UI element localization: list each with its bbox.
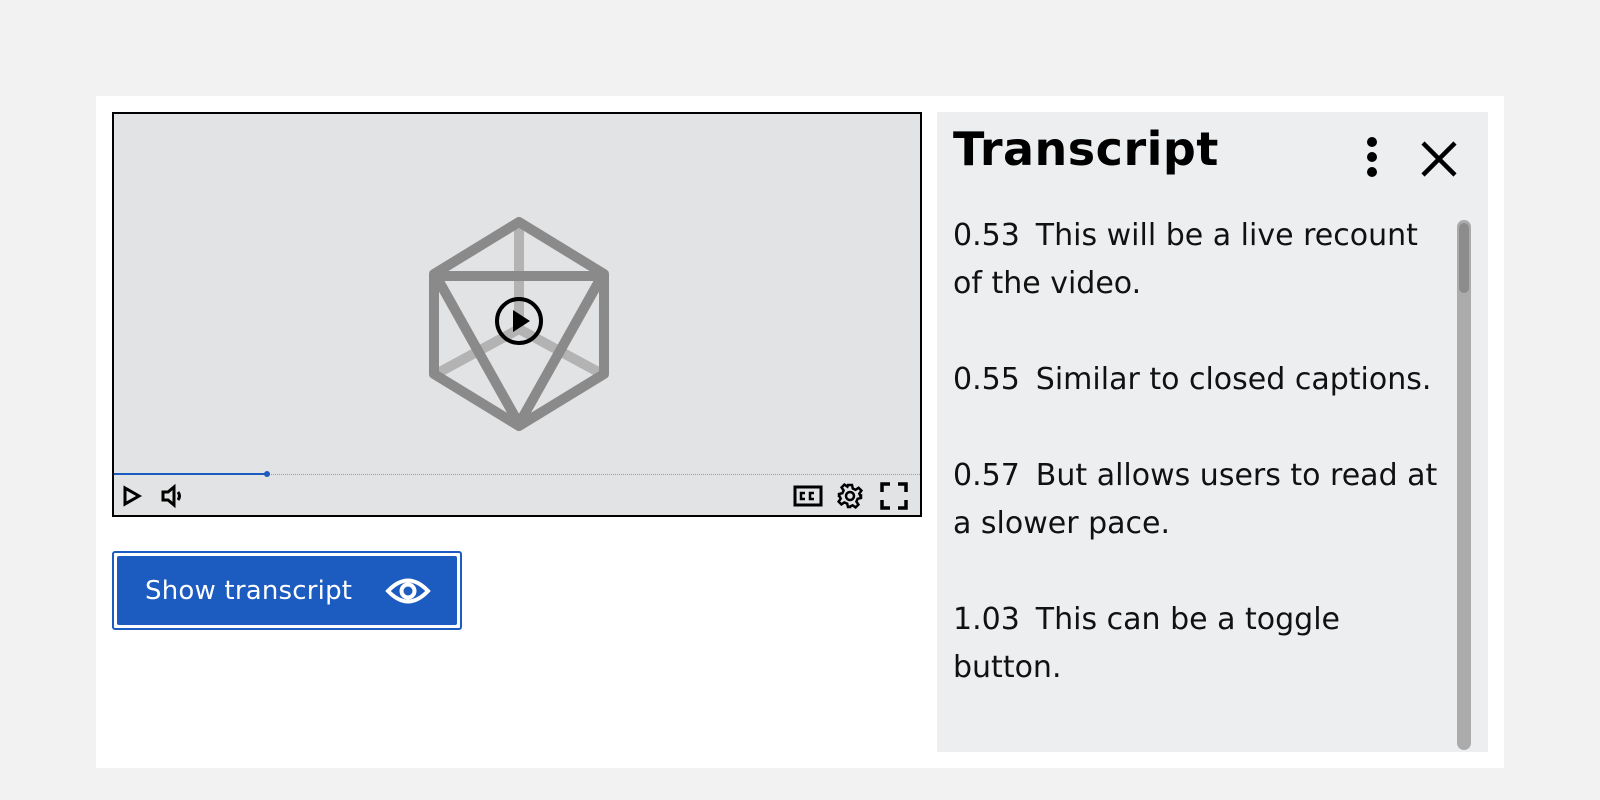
more-vertical-icon bbox=[1367, 137, 1377, 177]
transcript-entry[interactable]: 0.53 This will be a live recount of the v… bbox=[953, 212, 1443, 308]
fullscreen-button[interactable] bbox=[880, 482, 908, 510]
transcript-text: Similar to closed captions. bbox=[1035, 362, 1432, 397]
video-player[interactable] bbox=[112, 112, 922, 517]
captions-button[interactable] bbox=[792, 482, 824, 510]
volume-button[interactable] bbox=[158, 482, 186, 510]
transcript-time: 0.55 bbox=[953, 362, 1020, 397]
page-container: Show transcript Transcript 0.53 This will… bbox=[96, 96, 1504, 768]
play-icon bbox=[123, 485, 142, 507]
transcript-title: Transcript bbox=[953, 122, 1219, 176]
play-circle-icon bbox=[495, 297, 543, 345]
show-transcript-label: Show transcript bbox=[145, 575, 353, 606]
transcript-close-button[interactable] bbox=[1417, 137, 1461, 181]
transcript-time: 1.03 bbox=[953, 602, 1020, 637]
fullscreen-icon bbox=[880, 482, 908, 510]
transcript-entry[interactable]: 0.55 Similar to closed captions. bbox=[953, 356, 1443, 404]
transcript-entry[interactable]: 0.57 But allows users to read at a slower… bbox=[953, 452, 1443, 548]
show-transcript-button[interactable]: Show transcript bbox=[117, 556, 457, 625]
progress-thumb[interactable] bbox=[264, 471, 270, 477]
volume-icon bbox=[161, 484, 181, 508]
eye-icon bbox=[385, 578, 431, 603]
close-icon bbox=[1421, 141, 1457, 177]
transcript-scrollbar[interactable] bbox=[1457, 220, 1471, 750]
center-play-button[interactable] bbox=[494, 296, 544, 346]
transcript-text: But allows users to read at a slower pac… bbox=[953, 458, 1438, 541]
closed-captions-icon bbox=[793, 485, 823, 507]
transcript-time: 0.53 bbox=[953, 218, 1020, 253]
transcript-menu-button[interactable] bbox=[1357, 134, 1387, 184]
progress-fill bbox=[114, 473, 267, 475]
settings-button[interactable] bbox=[836, 482, 864, 510]
show-transcript-focus-ring: Show transcript bbox=[112, 551, 462, 630]
gear-icon bbox=[837, 483, 863, 509]
transcript-panel: Transcript 0.53 This will be a live recou… bbox=[937, 112, 1488, 752]
scrollbar-thumb[interactable] bbox=[1459, 223, 1469, 293]
transcript-text: This will be a live recount of the video… bbox=[953, 218, 1418, 301]
transcript-list[interactable]: 0.53 This will be a live recount of the v… bbox=[953, 212, 1443, 732]
transcript-time: 0.57 bbox=[953, 458, 1020, 493]
transcript-entry[interactable]: 1.03 This can be a toggle button. bbox=[953, 596, 1443, 692]
play-button[interactable] bbox=[118, 482, 146, 510]
